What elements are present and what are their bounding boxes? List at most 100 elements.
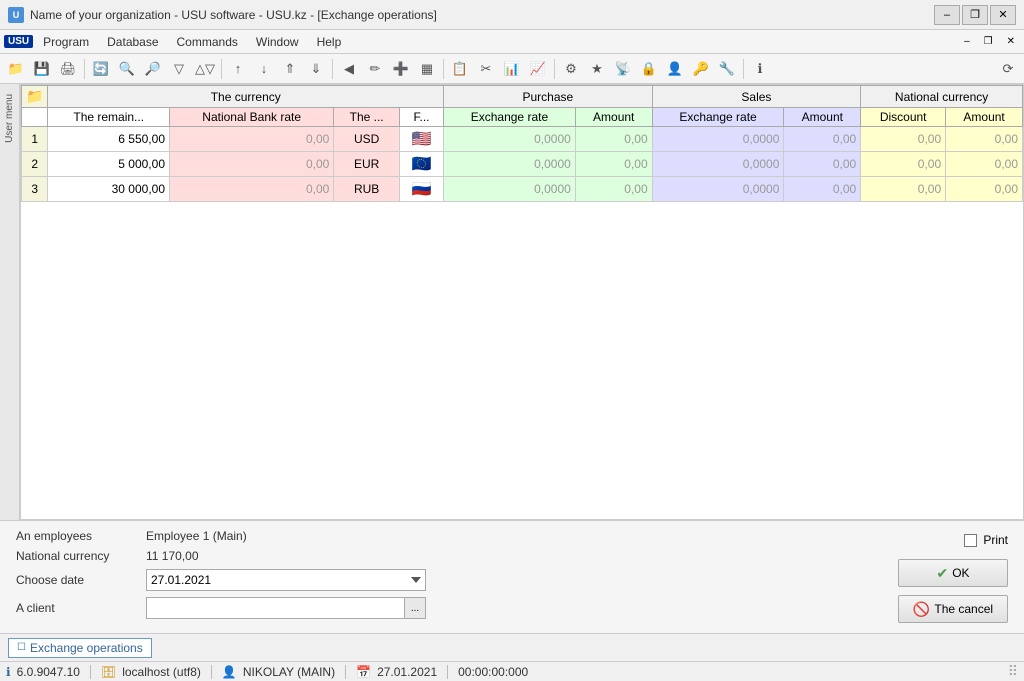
tb-up[interactable]: ↑ — [226, 57, 250, 81]
cell-remain: 6 550,00 — [48, 127, 170, 152]
tb-top[interactable]: ⇑ — [278, 57, 302, 81]
tb-settings[interactable]: ⚙ — [559, 57, 583, 81]
restore-button[interactable]: ❐ — [962, 5, 988, 25]
menu-database[interactable]: Database — [99, 33, 166, 51]
close-button[interactable]: ✕ — [990, 5, 1016, 25]
table-sub-header: The remain... National Bank rate The ...… — [22, 108, 1023, 127]
th-nbrate[interactable]: National Bank rate — [170, 108, 334, 127]
client-dots-button[interactable]: ... — [404, 597, 426, 619]
print-checkbox[interactable] — [964, 534, 977, 547]
tb-cut[interactable]: ✂ — [474, 57, 498, 81]
tb-key[interactable]: 🔑 — [689, 57, 713, 81]
ok-icon: ✔ — [936, 565, 948, 582]
tb-back[interactable]: ⟳ — [996, 57, 1020, 81]
cancel-label: The cancel — [934, 602, 993, 616]
cell-purchase-rate: 0,0000 — [444, 127, 576, 152]
cell-sales-rate: 0,0000 — [652, 177, 784, 202]
tb-save[interactable]: 💾 — [30, 57, 54, 81]
tb-gear[interactable]: 🔧 — [715, 57, 739, 81]
tb-grid[interactable]: ▦ — [415, 57, 439, 81]
table-row[interactable]: 3 30 000,00 0,00 RUB 🇷🇺 0,0000 0,00 0,00… — [22, 177, 1023, 202]
tb-zoom[interactable]: 🔎 — [141, 57, 165, 81]
bottom-strip: ℹ 6.0.9047.10 🗄 localhost (utf8) 👤 NIKOL… — [0, 661, 1024, 681]
tb-add[interactable]: ➕ — [389, 57, 413, 81]
print-label: Print — [983, 533, 1008, 547]
cell-currency-code: USD — [334, 127, 400, 152]
client-row: A client ... — [16, 597, 878, 619]
tb-edit[interactable]: ✏ — [363, 57, 387, 81]
tb-refresh[interactable]: 🔄 — [89, 57, 113, 81]
client-input[interactable] — [146, 597, 404, 619]
menu-window[interactable]: Window — [248, 33, 307, 51]
menu-bar: USU Program Database Commands Window Hel… — [0, 30, 1024, 54]
th-flag[interactable]: F... — [399, 108, 443, 127]
choose-date-select[interactable]: 27.01.2021 — [146, 569, 426, 591]
cell-purchase-rate: 0,0000 — [444, 177, 576, 202]
cell-purchase-rate: 0,0000 — [444, 152, 576, 177]
th-sales-rate[interactable]: Exchange rate — [652, 108, 784, 127]
tb-user[interactable]: 👤 — [663, 57, 687, 81]
tb-down[interactable]: ↓ — [252, 57, 276, 81]
folder-header: 📁 — [22, 86, 48, 108]
th-nat-amount[interactable]: Amount — [946, 108, 1023, 127]
menu-close[interactable]: ✕ — [1002, 34, 1020, 49]
th-remain[interactable]: The remain... — [48, 108, 170, 127]
menu-help[interactable]: Help — [309, 33, 350, 51]
cell-nbrate: 0,00 — [170, 152, 334, 177]
tb-bottom[interactable]: ⇓ — [304, 57, 328, 81]
main-content: User menu 📁 The currency Purchase Sales … — [0, 84, 1024, 520]
tb-chart[interactable]: 📊 — [500, 57, 524, 81]
th-purchase-amount[interactable]: Amount — [575, 108, 652, 127]
tb-open[interactable]: 📁 — [4, 57, 28, 81]
data-table-area: 📁 The currency Purchase Sales National c… — [20, 84, 1024, 520]
tb-star[interactable]: ★ — [585, 57, 609, 81]
employees-value: Employee 1 (Main) — [146, 529, 247, 543]
tb-left[interactable]: ◀ — [337, 57, 361, 81]
table-row[interactable]: 2 5 000,00 0,00 EUR 🇪🇺 0,0000 0,00 0,000… — [22, 152, 1023, 177]
menu-program[interactable]: Program — [35, 33, 97, 51]
menu-commands[interactable]: Commands — [169, 33, 246, 51]
cell-remain: 30 000,00 — [48, 177, 170, 202]
window-controls: – ❐ ✕ — [934, 5, 1016, 25]
th-national: National currency — [861, 86, 1023, 108]
tb-lock[interactable]: 🔒 — [637, 57, 661, 81]
tb-copy[interactable]: 📋 — [448, 57, 472, 81]
ok-button[interactable]: ✔ OK — [898, 559, 1008, 587]
side-menu[interactable]: User menu — [0, 84, 20, 520]
cancel-button[interactable]: 🚫 The cancel — [898, 595, 1008, 623]
th-purchase-rate[interactable]: Exchange rate — [444, 108, 576, 127]
menu-restore[interactable]: ❐ — [979, 34, 998, 49]
menu-minimize[interactable]: – — [959, 34, 975, 49]
window-title: Name of your organization - USU software… — [30, 8, 437, 22]
employees-label: An employees — [16, 529, 146, 543]
info-icon: ℹ — [6, 665, 11, 679]
table-body: 1 6 550,00 0,00 USD 🇺🇸 0,0000 0,00 0,000… — [22, 127, 1023, 202]
table-row[interactable]: 1 6 550,00 0,00 USD 🇺🇸 0,0000 0,00 0,000… — [22, 127, 1023, 152]
tb-chart2[interactable]: 📈 — [526, 57, 550, 81]
tb-filter[interactable]: ▽ — [167, 57, 191, 81]
tb-search[interactable]: 🔍 — [115, 57, 139, 81]
th-currency: The currency — [48, 86, 444, 108]
usu-logo: USU — [4, 35, 33, 48]
client-label: A client — [16, 601, 146, 615]
user-icon: 👤 — [222, 665, 237, 679]
cell-currency-code: RUB — [334, 177, 400, 202]
th-sales-amount[interactable]: Amount — [784, 108, 861, 127]
exchange-operations-tab[interactable]: ☐ Exchange operations — [8, 638, 152, 658]
th-the[interactable]: The ... — [334, 108, 400, 127]
resize-handle[interactable]: ⠿ — [1008, 663, 1018, 680]
tb-info[interactable]: ℹ — [748, 57, 772, 81]
cell-nat-amount: 0,00 — [946, 177, 1023, 202]
national-currency-row: National currency 11 170,00 — [16, 549, 878, 563]
tb-signal[interactable]: 📡 — [611, 57, 635, 81]
tb-filter2[interactable]: △▽ — [193, 57, 217, 81]
cell-discount: 0,00 — [861, 127, 946, 152]
side-menu-label: User menu — [4, 94, 15, 143]
tab-label: Exchange operations — [30, 641, 143, 655]
cell-nbrate: 0,00 — [170, 177, 334, 202]
minimize-button[interactable]: – — [934, 5, 960, 25]
tb-print[interactable]: 🖨 — [56, 57, 80, 81]
row-index: 1 — [22, 127, 48, 152]
th-discount[interactable]: Discount — [861, 108, 946, 127]
national-currency-label: National currency — [16, 549, 146, 563]
